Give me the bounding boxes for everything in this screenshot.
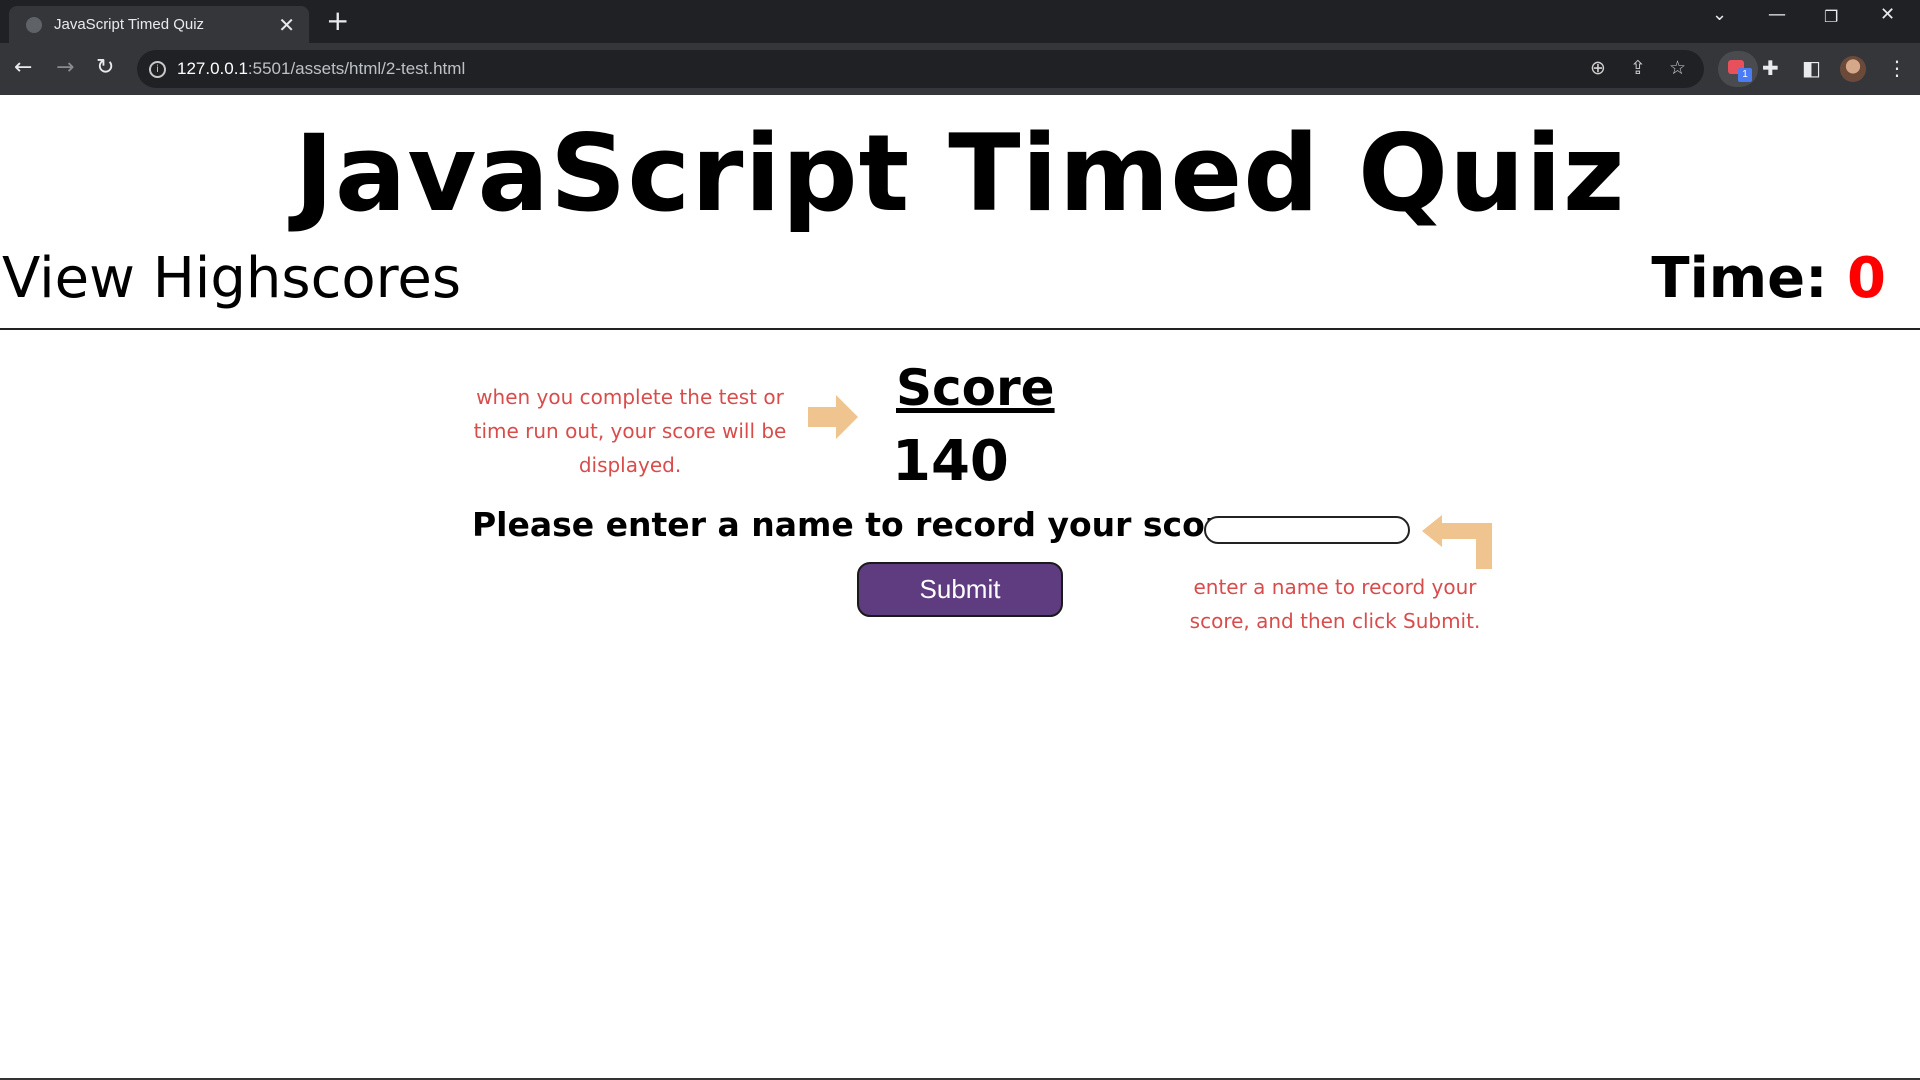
tab-title: JavaScript Timed Quiz [54, 16, 205, 33]
extension-badge-count: 1 [1738, 68, 1752, 82]
zoom-icon[interactable]: ⊕ [1590, 57, 1606, 79]
score-value: 140 [892, 429, 1009, 494]
annotation-score-note: when you complete the test or time run o… [473, 385, 787, 477]
minimize-icon[interactable]: — [1768, 4, 1786, 25]
forward-icon[interactable]: → [56, 55, 74, 81]
close-icon[interactable]: ✕ [278, 15, 295, 35]
url-host: 127.0.0.1 [177, 59, 248, 78]
browser-tabstrip: JavaScript Timed Quiz ✕ + ⌄ — ❐ ✕ [0, 0, 1920, 43]
browser-toolbar: ← → ↻ i 127.0.0.1:5501/assets/html/2-tes… [0, 43, 1920, 95]
name-input[interactable] [1204, 516, 1410, 544]
globe-icon [26, 16, 42, 33]
page-title: JavaScript Timed Quiz [294, 112, 1626, 235]
chevron-down-icon[interactable]: ⌄ [1712, 4, 1727, 25]
submit-button[interactable]: Submit [857, 562, 1063, 617]
timer-value: 0 [1847, 246, 1886, 311]
name-prompt: Please enter a name to record your score… [472, 505, 1257, 544]
url-path: :5501/assets/html/2-test.html [247, 59, 466, 78]
timer-label: Time: [1651, 246, 1828, 311]
view-highscores-link[interactable]: View Highscores [2, 248, 461, 310]
url-text: 127.0.0.1:5501/assets/html/2-test.html [177, 59, 465, 79]
profile-avatar[interactable] [1840, 56, 1866, 82]
score-heading: Score [896, 359, 1055, 417]
menu-kebab-icon[interactable]: ⋮ [1887, 55, 1907, 81]
reload-icon[interactable]: ↻ [96, 55, 114, 81]
plus-icon[interactable]: + [326, 6, 349, 36]
header-divider [0, 328, 1920, 330]
annotation-name-note: enter a name to record your score, and t… [1189, 575, 1481, 633]
page-content: JavaScript Timed Quiz View Highscores Ti… [0, 95, 1920, 1080]
arrow-left-icon [1422, 515, 1492, 569]
back-icon[interactable]: ← [14, 55, 32, 81]
extensions-puzzle-icon[interactable]: ✚ [1762, 55, 1779, 81]
close-window-icon[interactable]: ✕ [1880, 4, 1895, 25]
arrow-right-icon [808, 395, 858, 439]
browser-tab[interactable]: JavaScript Timed Quiz ✕ [9, 6, 309, 43]
side-panel-icon[interactable]: ◧ [1802, 55, 1821, 81]
restore-icon[interactable]: ❐ [1824, 7, 1838, 26]
timer: Time: 0 [1651, 248, 1886, 310]
extension-button[interactable]: 1 [1718, 51, 1758, 87]
star-icon[interactable]: ☆ [1669, 57, 1686, 79]
address-bar[interactable]: i 127.0.0.1:5501/assets/html/2-test.html… [137, 50, 1704, 88]
share-icon[interactable]: ⇪ [1630, 57, 1646, 79]
info-icon[interactable]: i [149, 61, 166, 78]
